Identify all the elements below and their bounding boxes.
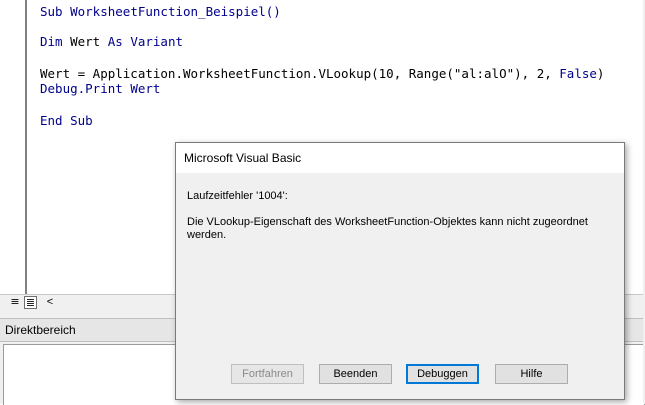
procedure-name: WorksheetFunction_Beispiel()	[70, 4, 281, 19]
end-button[interactable]: Beenden	[319, 364, 392, 384]
variable-name: Wert	[70, 34, 108, 49]
debug-button[interactable]: Debuggen	[406, 364, 479, 384]
keyword-sub: Sub	[40, 4, 71, 19]
runtime-error-code: Laufzeitfehler '1004':	[187, 190, 288, 202]
scroll-left-icon[interactable]: <	[43, 295, 57, 309]
debug-print-arg: Wert	[130, 81, 161, 96]
statement-close-paren: )	[596, 66, 605, 81]
keyword-debug-print: Debug.Print	[40, 81, 131, 96]
procedure-view-icon[interactable]: ≡	[9, 296, 21, 308]
code-line-1[interactable]: Sub WorksheetFunction_Beispiel()	[40, 4, 281, 20]
dialog-title: Microsoft Visual Basic	[184, 151, 302, 165]
keyword-dim: Dim	[40, 34, 71, 49]
error-message: Die VLookup-Eigenschaft des WorksheetFun…	[187, 216, 588, 241]
immediate-window-title: Direktbereich	[5, 323, 76, 337]
full-module-view-icon[interactable]: ≣	[24, 296, 37, 309]
code-line-5[interactable]: End Sub	[40, 113, 93, 129]
code-line-3[interactable]: Wert = Application.WorksheetFunction.VLo…	[40, 66, 604, 82]
code-line-4[interactable]: Debug.Print Wert	[40, 81, 160, 97]
keyword-false: False	[559, 66, 597, 81]
help-button[interactable]: Hilfe	[495, 364, 568, 384]
editor-gutter	[0, 0, 27, 294]
keyword-as-variant: As Variant	[107, 34, 184, 49]
dialog-titlebar[interactable]: Microsoft Visual Basic	[176, 143, 624, 173]
vlookup-statement: Wert = Application.WorksheetFunction.VLo…	[40, 66, 560, 81]
code-line-2[interactable]: Dim Wert As Variant	[40, 34, 183, 50]
error-dialog: Microsoft Visual Basic Laufzeitfehler '1…	[175, 142, 625, 400]
keyword-end-sub: End Sub	[40, 113, 93, 128]
continue-button[interactable]: Fortfahren	[231, 364, 304, 384]
